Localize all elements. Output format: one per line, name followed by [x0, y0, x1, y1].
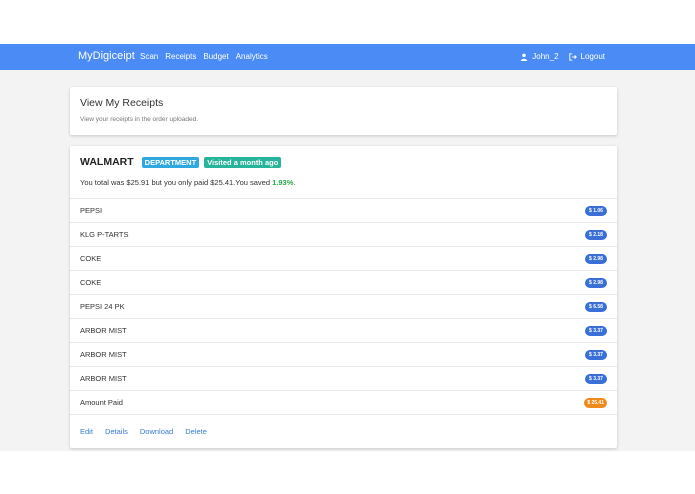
- item-name: PEPSI: [80, 206, 103, 215]
- item-name: ARBOR MIST: [80, 326, 127, 335]
- list-bottom-divider: [70, 414, 617, 415]
- nav-analytics[interactable]: Analytics: [236, 52, 268, 61]
- details-link[interactable]: Details: [105, 427, 128, 436]
- page-title: View My Receipts: [80, 97, 164, 109]
- savings-summary: You total was $25.91 but you only paid $…: [80, 178, 295, 187]
- category-badge: DEPARTMENT: [141, 156, 200, 168]
- brand-logo[interactable]: MyDigiceipt: [78, 50, 135, 62]
- list-item: PEPSI 24 PK $ 6.58: [70, 294, 617, 318]
- edit-link[interactable]: Edit: [80, 427, 93, 436]
- receipt-actions: Edit Details Download Delete: [80, 427, 207, 436]
- nav-budget[interactable]: Budget: [203, 52, 228, 61]
- amount-paid-label: Amount Paid: [80, 398, 123, 407]
- nav-user-area: John_2 Logout: [520, 52, 605, 61]
- item-name: KLG P-TARTS: [80, 230, 129, 239]
- visited-badge: Visited a month ago: [204, 156, 282, 168]
- page-subtitle: View your receipts in the order uploaded…: [80, 116, 199, 123]
- logout-button[interactable]: Logout: [568, 52, 605, 61]
- list-item: ARBOR MIST $ 3.37: [70, 342, 617, 366]
- nav-links: Scan Receipts Budget Analytics: [140, 52, 268, 61]
- item-name: PEPSI 24 PK: [80, 302, 125, 311]
- item-name: COKE: [80, 254, 102, 263]
- nav-receipts[interactable]: Receipts: [165, 52, 196, 61]
- price-badge: $ 2.18: [585, 229, 607, 240]
- download-link[interactable]: Download: [140, 427, 173, 436]
- summary-text: You total was $25.91 but you only paid $…: [80, 178, 273, 187]
- list-item: COKE $ 2.98: [70, 246, 617, 270]
- user-icon: [521, 53, 528, 61]
- amount-paid-badge: $ 25.41: [584, 397, 607, 408]
- price-badge: $ 3.37: [585, 373, 607, 384]
- item-name: ARBOR MIST: [80, 350, 127, 359]
- receipt-items-list: PEPSI $ 1.06 KLG P-TARTS $ 2.18 COKE $ 2…: [70, 198, 617, 415]
- price-badge: $ 3.37: [585, 325, 607, 336]
- price-badge: $ 2.98: [585, 277, 607, 288]
- list-item: ARBOR MIST $ 3.37: [70, 366, 617, 390]
- user-name: John_2: [532, 52, 559, 61]
- summary-suffix: .: [293, 178, 296, 187]
- store-name: WALMART: [80, 156, 134, 168]
- delete-link[interactable]: Delete: [185, 427, 207, 436]
- saved-percent: 1.93%: [272, 178, 294, 187]
- list-item: PEPSI $ 1.06: [70, 198, 617, 222]
- price-badge: $ 1.06: [585, 205, 607, 216]
- receipt-card: WALMART DEPARTMENT Visited a month ago Y…: [70, 146, 617, 448]
- logout-icon: [568, 52, 577, 61]
- price-badge: $ 6.58: [585, 301, 607, 312]
- nav-scan[interactable]: Scan: [140, 52, 158, 61]
- user-menu[interactable]: John_2: [520, 52, 559, 61]
- top-navbar: MyDigiceipt Scan Receipts Budget Analyti…: [0, 44, 695, 70]
- amount-paid-row: Amount Paid $ 25.41: [70, 390, 617, 414]
- price-badge: $ 3.37: [585, 349, 607, 360]
- price-badge: $ 2.98: [585, 253, 607, 264]
- list-item: KLG P-TARTS $ 2.18: [70, 222, 617, 246]
- item-name: ARBOR MIST: [80, 374, 127, 383]
- list-item: COKE $ 2.98: [70, 270, 617, 294]
- list-item: ARBOR MIST $ 3.37: [70, 318, 617, 342]
- logout-label: Logout: [580, 52, 605, 61]
- receipts-header-card: View My Receipts View your receipts in t…: [70, 87, 617, 135]
- store-row: WALMART DEPARTMENT Visited a month ago: [80, 156, 282, 168]
- item-name: COKE: [80, 278, 102, 287]
